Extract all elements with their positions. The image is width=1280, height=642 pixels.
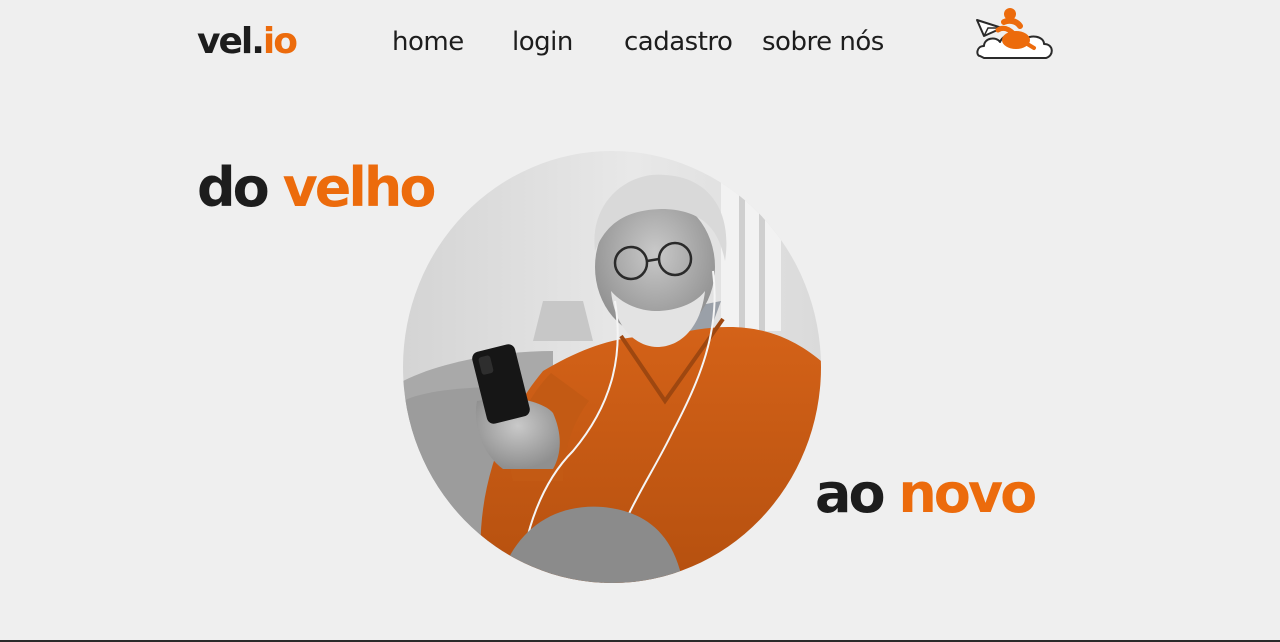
brand-logo[interactable]: vel.io [197,18,298,66]
hero-headline-top-dark: do [197,156,270,219]
nav-sobre-link[interactable]: sobre nós [762,24,884,60]
nav-home-link[interactable]: home [392,24,464,60]
paper-plane-mascot-icon[interactable] [974,6,1056,62]
hero-headline-top: do velho [197,156,437,220]
hero-headline-bottom-dark: ao [815,462,886,525]
brand-logo-accent: io [262,21,298,62]
brand-logo-primary: vel. [197,21,265,62]
hero-photo-elderly-man-with-phone [403,151,821,583]
hero-headline-top-accent: velho [282,156,437,219]
hero-headline-bottom: ao novo [815,462,1037,526]
hero-headline-bottom-accent: novo [898,462,1037,525]
nav-login-link[interactable]: login [512,24,573,60]
nav-cadastro-link[interactable]: cadastro [624,24,733,60]
